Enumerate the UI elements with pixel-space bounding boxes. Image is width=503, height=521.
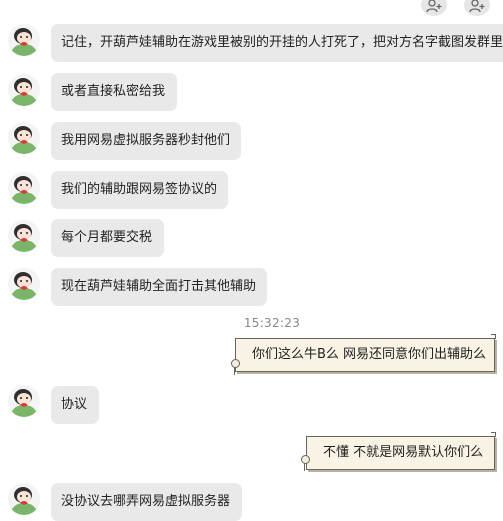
- avatar[interactable]: [8, 122, 40, 154]
- avatar-doll-icon: [8, 172, 40, 204]
- message-bubble-left[interactable]: 每个月都要交税: [51, 219, 164, 257]
- avatar-doll-icon: [8, 74, 40, 106]
- avatar[interactable]: [8, 385, 40, 417]
- avatar[interactable]: [8, 220, 40, 252]
- message-bubble-left[interactable]: 我用网易虚拟服务器秒封他们: [51, 122, 241, 160]
- add-contact-button-1[interactable]: [421, 0, 447, 16]
- message-bubble-left[interactable]: 我们的辅助跟网易签协议的: [51, 171, 228, 209]
- pushpin-leg: [304, 463, 305, 471]
- message-bubble-right[interactable]: 你们这么牛B么 网易还同意你们出辅助么: [235, 338, 495, 372]
- avatar-doll-icon: [8, 385, 40, 417]
- message-bubble-left[interactable]: 或者直接私密给我: [51, 73, 177, 111]
- add-contact-button-2[interactable]: [464, 0, 490, 16]
- add-person-icon: [426, 0, 442, 13]
- paper-corner: [491, 432, 496, 437]
- message-timestamp: 15:32:23: [243, 316, 301, 330]
- pushpin-leg: [234, 367, 235, 375]
- message-bubble-left[interactable]: 现在葫芦娃辅助全面打击其他辅助: [51, 268, 267, 306]
- avatar[interactable]: [8, 268, 40, 300]
- avatar[interactable]: [8, 74, 40, 106]
- message-bubble-left[interactable]: 协议: [51, 386, 99, 424]
- paper-corner: [491, 334, 496, 339]
- avatar[interactable]: [8, 24, 40, 56]
- avatar[interactable]: [8, 172, 40, 204]
- avatar-doll-icon: [8, 24, 40, 56]
- pushpin-icon: [301, 455, 310, 464]
- add-person-icon: [469, 0, 485, 13]
- avatar-doll-icon: [8, 268, 40, 300]
- avatar-doll-icon: [8, 122, 40, 154]
- avatar-doll-icon: [8, 483, 40, 515]
- avatar[interactable]: [8, 483, 40, 515]
- message-bubble-left[interactable]: 没协议去哪弄网易虚拟服务器: [51, 483, 242, 521]
- avatar-doll-icon: [8, 220, 40, 252]
- message-bubble-right[interactable]: 不懂 不就是网易默认你们么: [306, 436, 495, 470]
- message-bubble-left[interactable]: 记住，开葫芦娃辅助在游戏里被别的开挂的人打死了，把对方名字截图发群里: [51, 24, 503, 62]
- pushpin-icon: [231, 359, 240, 368]
